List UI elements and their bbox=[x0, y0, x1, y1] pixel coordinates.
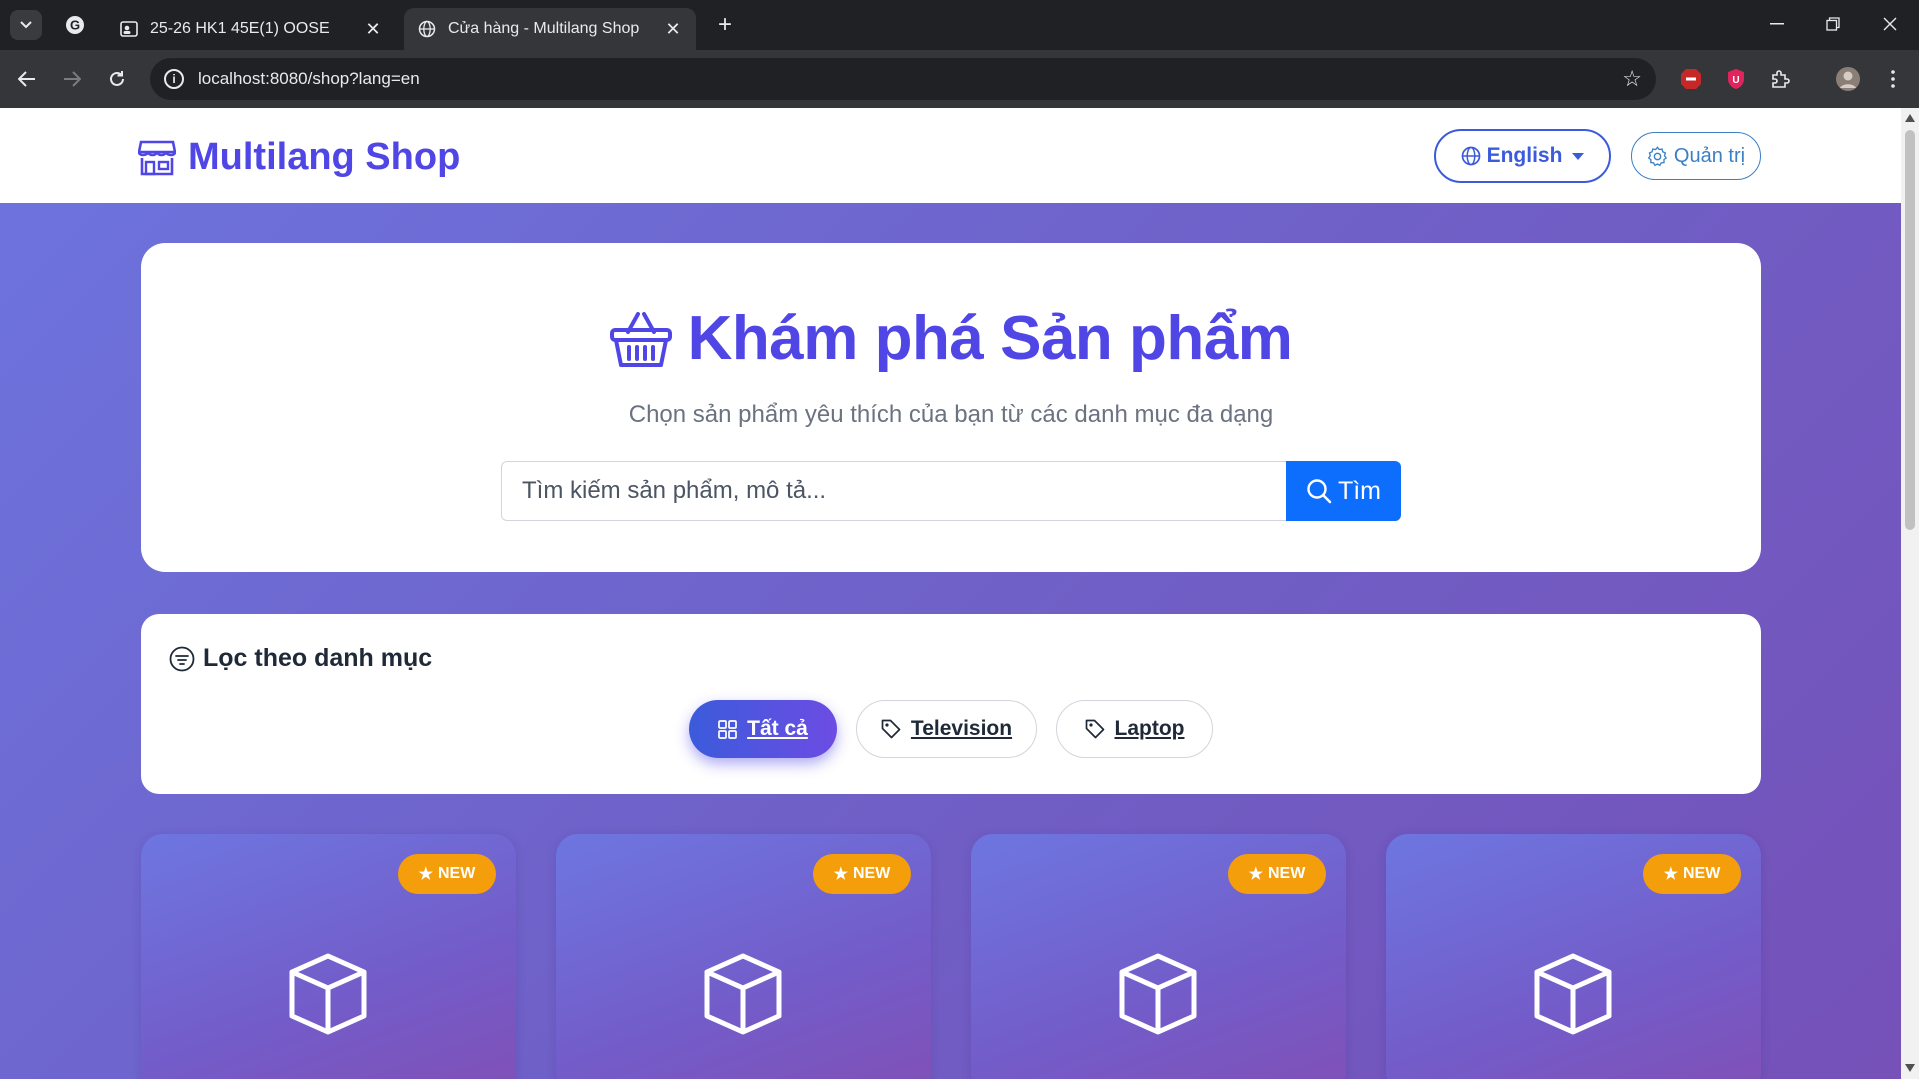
tag-icon bbox=[881, 719, 901, 739]
browser-tab-shop[interactable]: Cửa hàng - Multilang Shop ✕ bbox=[404, 8, 696, 50]
extensions-puzzle-icon[interactable] bbox=[1767, 65, 1795, 93]
category-chip-television[interactable]: Television bbox=[856, 700, 1037, 758]
address-bar[interactable]: i localhost:8080/shop?lang=en ☆ bbox=[150, 58, 1656, 100]
badge-label: NEW bbox=[853, 865, 891, 882]
svg-text:U: U bbox=[1732, 75, 1739, 86]
filter-circle-icon bbox=[169, 646, 195, 671]
admin-button[interactable]: Quản trị bbox=[1631, 132, 1761, 180]
product-card[interactable]: ★ NEW bbox=[556, 834, 931, 1079]
new-tab-button[interactable]: + bbox=[710, 10, 740, 40]
arrow-left-icon bbox=[18, 71, 35, 87]
page-viewport: Multilang Shop English Quản trị Khám phá… bbox=[0, 108, 1901, 1079]
bookmark-star-icon[interactable]: ☆ bbox=[1622, 66, 1642, 92]
svg-text:G: G bbox=[70, 18, 80, 33]
star-icon: ★ bbox=[1663, 866, 1678, 883]
category-chip-label: Tất cả bbox=[747, 717, 808, 740]
star-icon: ★ bbox=[418, 866, 433, 883]
chevron-down-icon bbox=[20, 21, 32, 29]
reload-icon bbox=[110, 71, 124, 86]
profile-avatar[interactable] bbox=[1834, 65, 1862, 93]
url-text: localhost:8080/shop?lang=en bbox=[198, 69, 420, 88]
extension-blocker-icon[interactable] bbox=[1677, 65, 1705, 93]
minimize-button[interactable] bbox=[1757, 8, 1797, 40]
star-icon: ★ bbox=[833, 866, 848, 883]
box-icon bbox=[289, 953, 367, 1035]
admin-label: Quản trị bbox=[1673, 144, 1746, 167]
site-info-icon[interactable]: i bbox=[164, 69, 184, 89]
box-icon bbox=[704, 953, 782, 1035]
globe-icon bbox=[418, 20, 436, 38]
search-icon bbox=[1307, 479, 1332, 504]
site-header: Multilang Shop English Quản trị bbox=[0, 108, 1901, 203]
extension-shield-icon[interactable]: U bbox=[1722, 65, 1750, 93]
browser-menu-button[interactable] bbox=[1879, 65, 1907, 93]
more-vert-icon bbox=[1891, 70, 1895, 88]
basket-icon bbox=[609, 311, 672, 367]
box-icon bbox=[1534, 953, 1612, 1035]
caret-down-icon bbox=[1572, 152, 1585, 160]
reload-button[interactable] bbox=[100, 62, 134, 96]
arrow-right-icon bbox=[64, 71, 81, 87]
close-window-button[interactable] bbox=[1870, 8, 1910, 40]
box-icon bbox=[1119, 953, 1197, 1035]
close-tab-icon[interactable]: ✕ bbox=[664, 19, 682, 40]
product-card[interactable]: ★ NEW bbox=[141, 834, 516, 1079]
brand-logo[interactable]: Multilang Shop bbox=[138, 136, 460, 179]
browser-toolbar: i localhost:8080/shop?lang=en ☆ U bbox=[0, 50, 1919, 108]
restore-button[interactable] bbox=[1813, 8, 1853, 40]
new-badge: ★ NEW bbox=[1228, 854, 1326, 894]
avatar-icon bbox=[1836, 67, 1860, 91]
product-card[interactable]: ★ NEW bbox=[971, 834, 1346, 1079]
minimize-icon bbox=[1770, 23, 1784, 25]
browser-tab-oose[interactable]: 25-26 HK1 45E(1) OOSE ✕ bbox=[106, 8, 396, 50]
category-chip-label: Television bbox=[910, 717, 1013, 740]
search-button[interactable]: Tìm bbox=[1286, 461, 1401, 521]
search-button-label: Tìm bbox=[1337, 476, 1382, 505]
language-label: English bbox=[1486, 144, 1563, 167]
star-icon: ★ bbox=[1248, 866, 1263, 883]
filter-heading-text: Lọc theo danh mục bbox=[203, 644, 433, 672]
brand-name: Multilang Shop bbox=[188, 136, 461, 178]
category-chip-all[interactable]: Tất cả bbox=[689, 700, 837, 758]
google-icon: G bbox=[66, 16, 84, 34]
new-badge: ★ NEW bbox=[813, 854, 911, 894]
browser-tab-bar: G 25-26 HK1 45E(1) OOSE ✕ Cửa hàng - Mul… bbox=[0, 0, 1919, 50]
grid-icon bbox=[718, 719, 737, 739]
tab-title: Cửa hàng - Multilang Shop bbox=[448, 20, 640, 37]
search-form: Tìm bbox=[501, 461, 1401, 521]
shop-icon bbox=[138, 140, 176, 175]
hero-title: Khám phá Sản phẩm bbox=[141, 303, 1761, 374]
badge-label: NEW bbox=[1683, 865, 1721, 882]
tag-icon bbox=[1085, 719, 1104, 739]
new-badge: ★ NEW bbox=[1643, 854, 1741, 894]
scroll-down-arrow-icon[interactable] bbox=[1905, 1064, 1915, 1072]
filter-heading: Lọc theo danh mục bbox=[169, 644, 432, 673]
hero-card: Khám phá Sản phẩm Chọn sản phẩm yêu thíc… bbox=[141, 243, 1761, 572]
new-badge: ★ NEW bbox=[398, 854, 496, 894]
badge-label: NEW bbox=[1268, 865, 1306, 882]
tab-search-button[interactable] bbox=[10, 10, 42, 40]
gear-icon bbox=[1647, 145, 1668, 166]
forward-button[interactable] bbox=[55, 62, 89, 96]
restore-icon bbox=[1826, 17, 1840, 31]
product-card[interactable]: ★ NEW bbox=[1386, 834, 1761, 1079]
back-button[interactable] bbox=[10, 62, 44, 96]
page-scrollbar[interactable] bbox=[1901, 108, 1919, 1079]
scroll-up-arrow-icon[interactable] bbox=[1905, 114, 1915, 122]
category-chip-label: Laptop bbox=[1114, 717, 1185, 740]
hero-subtitle: Chọn sản phẩm yêu thích của bạn từ các d… bbox=[628, 401, 1274, 428]
globe-icon bbox=[1461, 146, 1480, 166]
search-input[interactable] bbox=[501, 461, 1286, 521]
close-tab-icon[interactable]: ✕ bbox=[364, 19, 382, 40]
pinned-tab[interactable]: G bbox=[58, 10, 92, 40]
close-icon bbox=[1883, 17, 1897, 31]
category-filter-card: Lọc theo danh mục Tất cả Television Lapt… bbox=[141, 614, 1761, 794]
badge-label: NEW bbox=[438, 865, 476, 882]
tab-title: 25-26 HK1 45E(1) OOSE bbox=[150, 20, 330, 37]
contact-card-icon bbox=[120, 20, 138, 38]
page-title: Khám phá Sản phẩm bbox=[687, 304, 1293, 373]
language-dropdown[interactable]: English bbox=[1434, 129, 1611, 183]
category-chip-laptop[interactable]: Laptop bbox=[1056, 700, 1213, 758]
scroll-thumb[interactable] bbox=[1905, 130, 1915, 530]
